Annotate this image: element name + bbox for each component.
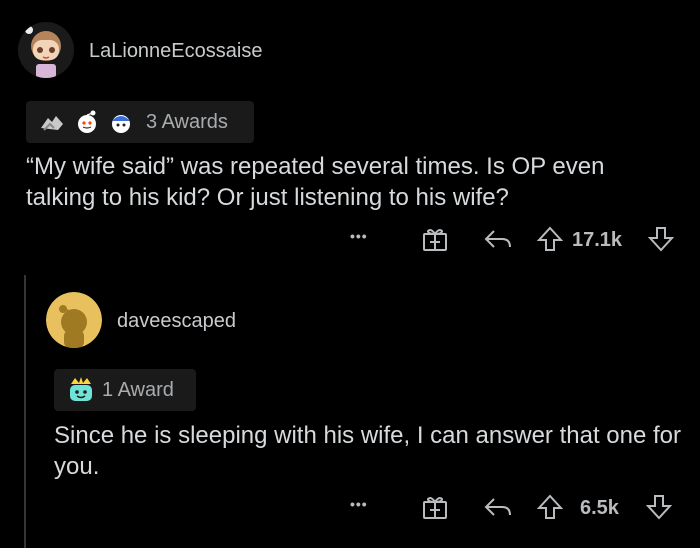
- upvote-icon[interactable]: [537, 226, 563, 252]
- awards-pill[interactable]: 3 Awards: [26, 101, 254, 143]
- downvote-icon[interactable]: [648, 226, 674, 252]
- more-options-button[interactable]: •••: [350, 496, 368, 512]
- award-helmet-icon: [108, 109, 134, 135]
- gift-icon[interactable]: [422, 226, 448, 252]
- awards-pill[interactable]: 1 Award: [54, 369, 196, 411]
- more-options-button[interactable]: •••: [350, 228, 368, 244]
- score: 6.5k: [580, 497, 619, 519]
- comment-actions: ••• 17.1k: [0, 222, 700, 258]
- upvote-icon[interactable]: [537, 494, 563, 520]
- comment-actions: ••• 6.5k: [0, 490, 700, 526]
- reply-icon[interactable]: [484, 497, 512, 517]
- username[interactable]: LaLionneEcossaise: [89, 40, 262, 63]
- avatar[interactable]: [18, 22, 74, 78]
- snoo-avatar-icon: [46, 292, 102, 348]
- reply-icon[interactable]: [484, 229, 512, 249]
- comment-body: “My wife said” was repeated several time…: [26, 153, 605, 211]
- award-hands-icon: [38, 110, 66, 134]
- downvote-icon[interactable]: [646, 494, 672, 520]
- user-avatar-icon: [18, 22, 74, 78]
- comment-body: Since he is sleeping with his wife, I ca…: [54, 422, 681, 480]
- award-wholesome-icon: [66, 376, 96, 404]
- username[interactable]: daveescaped: [117, 310, 236, 333]
- award-snoo-icon: [74, 109, 100, 135]
- score: 17.1k: [572, 229, 623, 251]
- awards-label: 3 Awards: [146, 110, 228, 133]
- avatar[interactable]: [46, 292, 102, 348]
- awards-label: 1 Award: [102, 378, 174, 401]
- gift-icon[interactable]: [422, 494, 448, 520]
